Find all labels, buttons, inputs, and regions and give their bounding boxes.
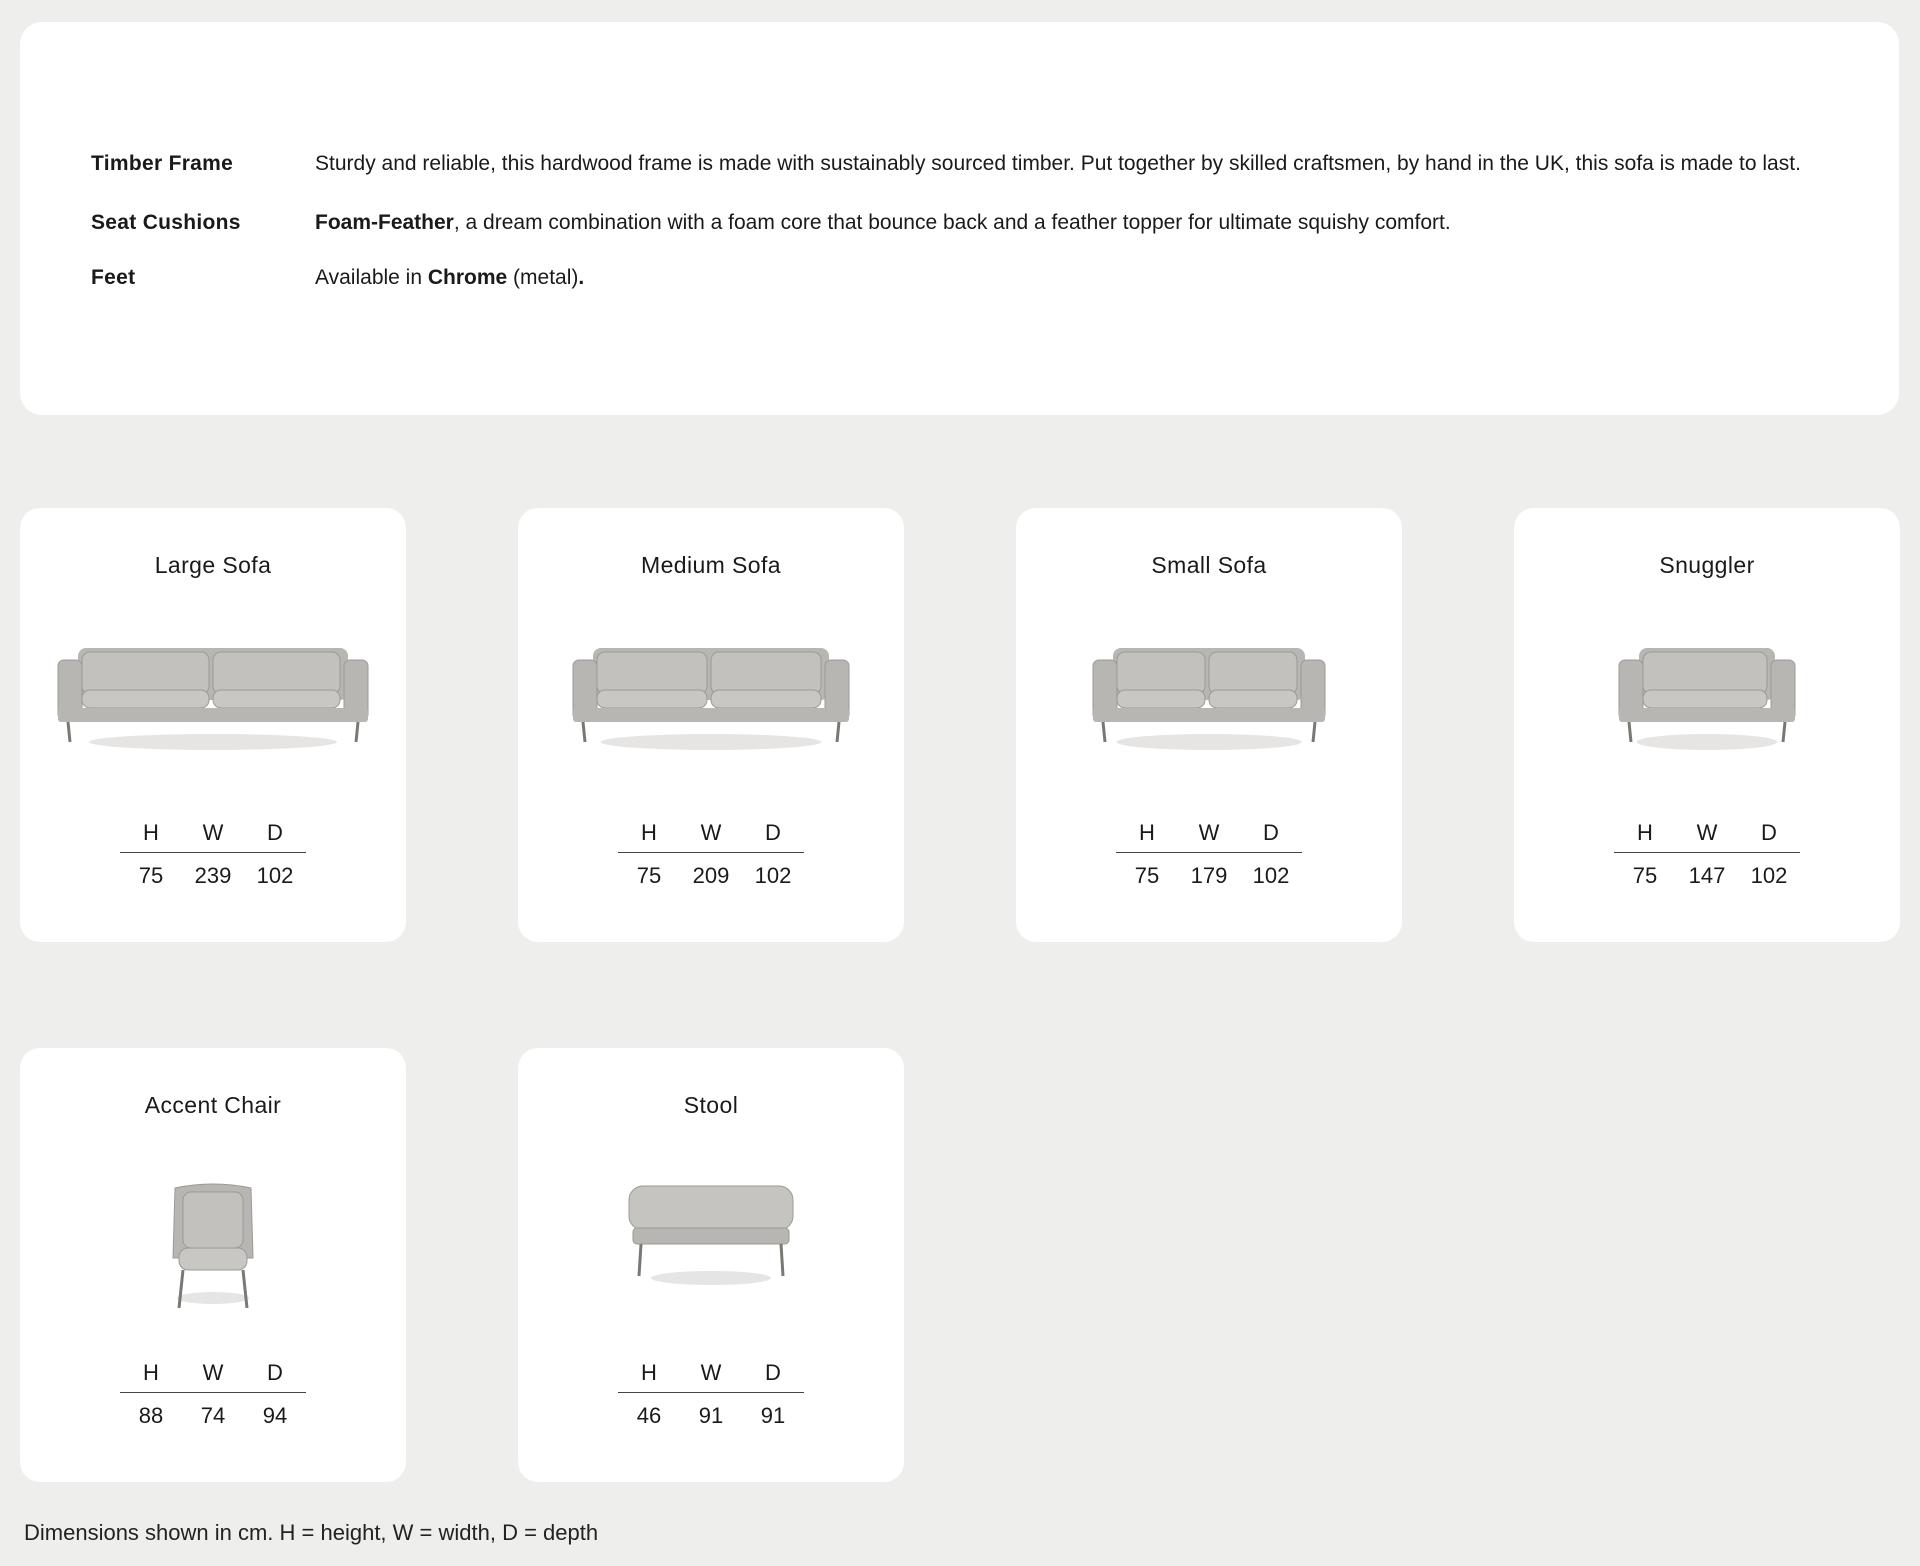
dimensions-header: H W D (1116, 820, 1302, 853)
spec-label: Feet (91, 266, 136, 289)
product-card-snuggler[interactable]: Snuggler H W D 75 147 102 (1514, 508, 1900, 942)
dim-header-h: H (641, 1360, 657, 1385)
dim-header-w: W (1198, 820, 1220, 845)
dimensions-table: H W D 88 74 94 (120, 1360, 306, 1429)
dim-header-d: D (1263, 820, 1279, 845)
dimensions-header: H W D (120, 820, 306, 853)
dim-header-h: H (143, 1360, 159, 1385)
product-card-small-sofa[interactable]: Small Sofa H W D 75 179 102 (1016, 508, 1402, 942)
spec-text-part: Available in (315, 266, 428, 289)
dim-value-w: 91 (698, 1403, 724, 1428)
product-image (518, 628, 904, 798)
dim-value-d: 102 (1750, 863, 1788, 888)
dim-value-h: 75 (1632, 863, 1658, 888)
product-name: Large Sofa (154, 552, 272, 578)
spec-text-bold: . (578, 266, 585, 289)
dim-header-h: H (143, 820, 159, 845)
spec-text-part: (metal) (507, 266, 579, 289)
spec-text: Available in Chrome (metal). (315, 264, 584, 292)
dim-value-h: 46 (636, 1403, 662, 1428)
dim-header-w: W (700, 820, 722, 845)
dimensions-footnote: Dimensions shown in cm. H = height, W = … (24, 1520, 599, 1545)
dim-value-h: 75 (1134, 863, 1160, 888)
product-name: Accent Chair (144, 1092, 282, 1118)
product-name: Snuggler (1659, 552, 1755, 578)
dim-value-d: 94 (262, 1403, 288, 1428)
dimensions-values: 75 239 102 (120, 853, 306, 889)
spec-label: Seat Cushions (91, 211, 241, 234)
specifications-panel: Timber Frame Sturdy and reliable, this h… (20, 22, 1899, 415)
spec-label: Timber Frame (91, 152, 234, 175)
product-image (518, 1168, 904, 1338)
dim-header-d: D (765, 1360, 781, 1385)
dimensions-values: 75 209 102 (618, 853, 804, 889)
product-name: Small Sofa (1151, 552, 1267, 578)
dimensions-values: 75 147 102 (1614, 853, 1800, 889)
product-image (1016, 628, 1402, 798)
dim-header-h: H (1139, 820, 1155, 845)
dim-header-d: D (267, 1360, 283, 1385)
dimensions-header: H W D (618, 1360, 804, 1393)
dim-value-d: 102 (1252, 863, 1290, 888)
dim-value-w: 239 (194, 863, 232, 888)
product-card-stool[interactable]: Stool H W D 46 91 91 (518, 1048, 904, 1482)
spec-text: Sturdy and reliable, this hardwood frame… (315, 150, 1801, 178)
dim-header-h: H (641, 820, 657, 845)
product-name: Medium Sofa (641, 552, 781, 578)
dim-header-w: W (202, 1360, 224, 1385)
dimensions-values: 88 74 94 (120, 1393, 306, 1429)
dim-value-w: 147 (1688, 863, 1726, 888)
spec-text-bold: Chrome (427, 266, 508, 289)
dim-value-h: 75 (138, 863, 164, 888)
dimensions-table: H W D 75 239 102 (120, 820, 306, 889)
dimensions-table: H W D 46 91 91 (618, 1360, 804, 1429)
dim-header-w: W (202, 820, 224, 845)
dimensions-table: H W D 75 147 102 (1614, 820, 1800, 889)
dim-header-w: W (1696, 820, 1718, 845)
dim-value-d: 102 (256, 863, 294, 888)
dim-value-h: 75 (636, 863, 662, 888)
dimensions-table: H W D 75 179 102 (1116, 820, 1302, 889)
product-card-large-sofa[interactable]: Large Sofa H W D 75 239 102 (20, 508, 406, 942)
dim-header-h: H (1637, 820, 1653, 845)
dim-value-d: 102 (754, 863, 792, 888)
product-image (20, 1168, 406, 1338)
dimensions-header: H W D (120, 1360, 306, 1393)
product-card-medium-sofa[interactable]: Medium Sofa H W D 75 209 102 (518, 508, 904, 942)
dim-header-d: D (1761, 820, 1777, 845)
dimensions-values: 46 91 91 (618, 1393, 804, 1429)
product-card-accent-chair[interactable]: Accent Chair H W D 88 74 94 (20, 1048, 406, 1482)
spec-text-bold: Foam-Feather (315, 211, 454, 234)
product-image (20, 628, 406, 798)
dim-value-h: 88 (138, 1403, 164, 1428)
dimensions-values: 75 179 102 (1116, 853, 1302, 889)
dim-value-w: 209 (692, 863, 730, 888)
dimensions-table: H W D 75 209 102 (618, 820, 804, 889)
dim-value-w: 74 (200, 1403, 226, 1428)
dim-value-d: 91 (760, 1403, 786, 1428)
dim-header-w: W (700, 1360, 722, 1385)
spec-text-part: Sturdy and reliable, this hardwood frame… (315, 152, 1801, 175)
dimensions-header: H W D (1614, 820, 1800, 853)
dim-header-d: D (765, 820, 781, 845)
dim-header-d: D (267, 820, 283, 845)
spec-text-part: , a dream combination with a foam core t… (453, 211, 1451, 234)
dim-value-w: 179 (1190, 863, 1228, 888)
spec-text: Foam-Feather, a dream combination with a… (315, 209, 1451, 237)
dimensions-header: H W D (618, 820, 804, 853)
product-name: Stool (683, 1092, 739, 1118)
product-image (1514, 628, 1900, 798)
